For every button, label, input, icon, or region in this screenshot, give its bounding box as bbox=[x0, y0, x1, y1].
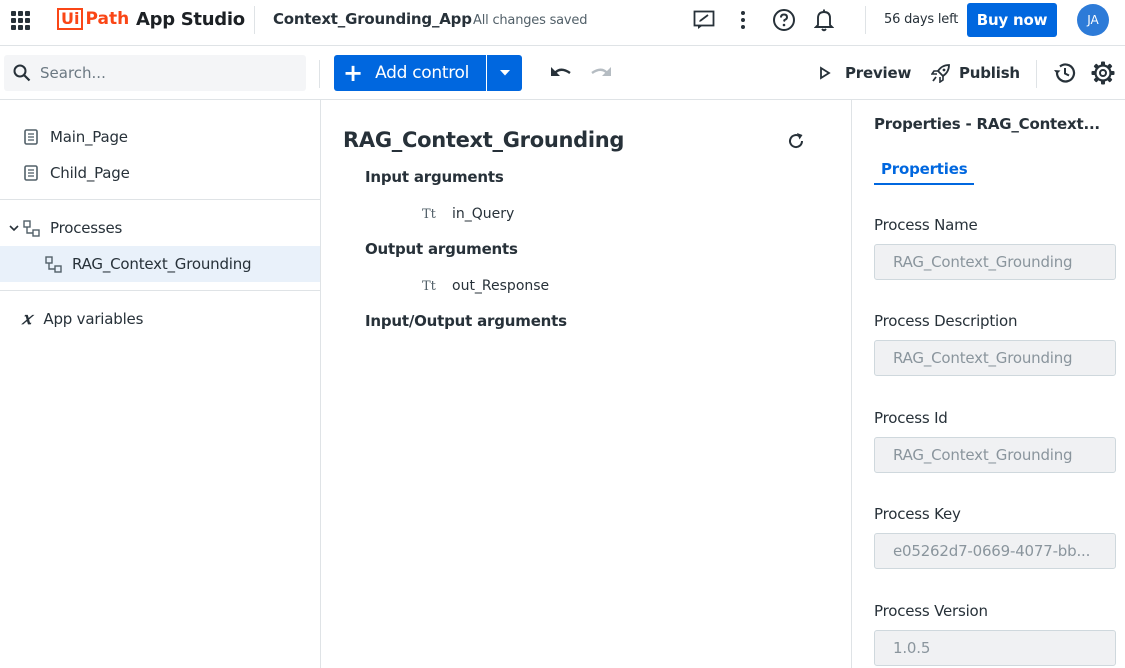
argument-item[interactable]: Tt in_Query bbox=[422, 203, 514, 225]
properties-panel bbox=[851, 100, 1125, 668]
app-tree-panel: Main_Page Child_Page Processes RAG_Conte… bbox=[0, 100, 321, 668]
process-icon bbox=[45, 255, 62, 273]
notifications-bell-icon[interactable] bbox=[811, 7, 837, 33]
search-input[interactable] bbox=[40, 61, 300, 85]
add-control-label: Add control bbox=[375, 63, 470, 83]
process-icon bbox=[23, 219, 40, 237]
process-version-label: Process Version bbox=[874, 602, 988, 620]
tree-divider bbox=[0, 199, 320, 200]
plus-icon: + bbox=[343, 59, 364, 87]
tab-properties[interactable]: Properties bbox=[874, 160, 975, 185]
help-icon[interactable] bbox=[771, 7, 797, 33]
tree-item-child-page[interactable]: Child_Page bbox=[0, 155, 320, 191]
argument-name: out_Response bbox=[452, 278, 550, 294]
search-icon bbox=[12, 63, 32, 87]
refresh-icon[interactable] bbox=[786, 131, 806, 155]
preview-label: Preview bbox=[845, 64, 912, 82]
page-icon bbox=[24, 165, 38, 181]
trial-status: 56 days left bbox=[884, 12, 959, 27]
save-status: All changes saved bbox=[473, 13, 588, 28]
chevron-down-icon[interactable] bbox=[9, 224, 19, 232]
add-control-button[interactable]: + Add control bbox=[334, 55, 486, 91]
input-arguments-heading: Input arguments bbox=[365, 168, 504, 186]
tree-item-main-page[interactable]: Main_Page bbox=[0, 119, 320, 155]
header-divider bbox=[865, 6, 866, 34]
buy-now-button[interactable]: Buy now bbox=[967, 3, 1057, 37]
toolbar: + Add control Preview Publish bbox=[0, 46, 1125, 100]
inout-arguments-heading: Input/Output arguments bbox=[365, 312, 567, 330]
more-options-icon[interactable] bbox=[730, 7, 756, 33]
logo-ui-text: Ui bbox=[57, 8, 84, 30]
play-icon bbox=[820, 66, 831, 80]
uipath-logo[interactable]: Ui Path bbox=[57, 7, 129, 31]
argument-name: in_Query bbox=[452, 206, 515, 222]
add-control-dropdown[interactable] bbox=[487, 55, 522, 91]
process-description-label: Process Description bbox=[874, 312, 1018, 330]
history-icon[interactable] bbox=[1052, 60, 1078, 90]
output-arguments-heading: Output arguments bbox=[365, 240, 518, 258]
settings-gear-icon[interactable] bbox=[1090, 60, 1116, 90]
redo-icon[interactable] bbox=[588, 62, 614, 86]
publish-button[interactable]: Publish bbox=[931, 62, 1020, 84]
tree-item-label: Child_Page bbox=[50, 164, 130, 182]
text-type-icon: Tt bbox=[422, 278, 436, 294]
publish-label: Publish bbox=[959, 64, 1020, 82]
process-key-label: Process Key bbox=[874, 505, 961, 523]
process-name-label: Process Name bbox=[874, 216, 978, 234]
process-id-field[interactable]: RAG_Context_Grounding bbox=[874, 437, 1116, 473]
top-bar: Ui Path App Studio Context_Grounding_App… bbox=[0, 0, 1125, 46]
caret-down-icon bbox=[499, 70, 510, 76]
preview-button[interactable]: Preview bbox=[818, 62, 911, 84]
logo-path-text: Path bbox=[85, 9, 130, 29]
toolbar-divider bbox=[319, 60, 320, 88]
tree-item-app-variables[interactable]: 𝑥 App variables bbox=[0, 301, 320, 337]
tree-item-label: RAG_Context_Grounding bbox=[72, 255, 252, 273]
process-title: RAG_Context_Grounding bbox=[343, 128, 625, 152]
rocket-icon bbox=[931, 64, 950, 83]
tree-item-label: Main_Page bbox=[50, 128, 128, 146]
user-avatar[interactable]: JA bbox=[1077, 4, 1109, 36]
feedback-icon[interactable] bbox=[691, 7, 717, 33]
process-name-field[interactable]: RAG_Context_Grounding bbox=[874, 244, 1116, 280]
text-type-icon: Tt bbox=[422, 206, 436, 222]
process-version-field[interactable]: 1.0.5 bbox=[874, 630, 1116, 666]
toolbar-divider bbox=[1036, 60, 1037, 88]
process-key-field[interactable]: e05262d7-0669-4077-bb... bbox=[874, 533, 1116, 569]
undo-icon[interactable] bbox=[548, 62, 574, 86]
page-icon bbox=[24, 129, 38, 145]
header-divider bbox=[254, 6, 255, 34]
process-id-label: Process Id bbox=[874, 409, 948, 427]
app-name[interactable]: Context_Grounding_App bbox=[273, 10, 472, 28]
argument-item[interactable]: Tt out_Response bbox=[422, 275, 549, 297]
tree-item-label: Processes bbox=[50, 219, 123, 237]
tree-divider bbox=[0, 290, 320, 291]
tree-item-rag-context-grounding[interactable]: RAG_Context_Grounding bbox=[0, 246, 320, 282]
search-box[interactable] bbox=[4, 55, 306, 91]
tree-item-processes[interactable]: Processes bbox=[0, 210, 320, 246]
variable-x-icon: 𝑥 bbox=[22, 309, 32, 329]
apps-grid-icon[interactable] bbox=[11, 11, 31, 31]
tree-item-label: App variables bbox=[43, 310, 144, 328]
properties-title: Properties - RAG_Context... bbox=[874, 115, 1100, 133]
product-name: App Studio bbox=[136, 9, 245, 30]
process-description-field[interactable]: RAG_Context_Grounding bbox=[874, 340, 1116, 376]
